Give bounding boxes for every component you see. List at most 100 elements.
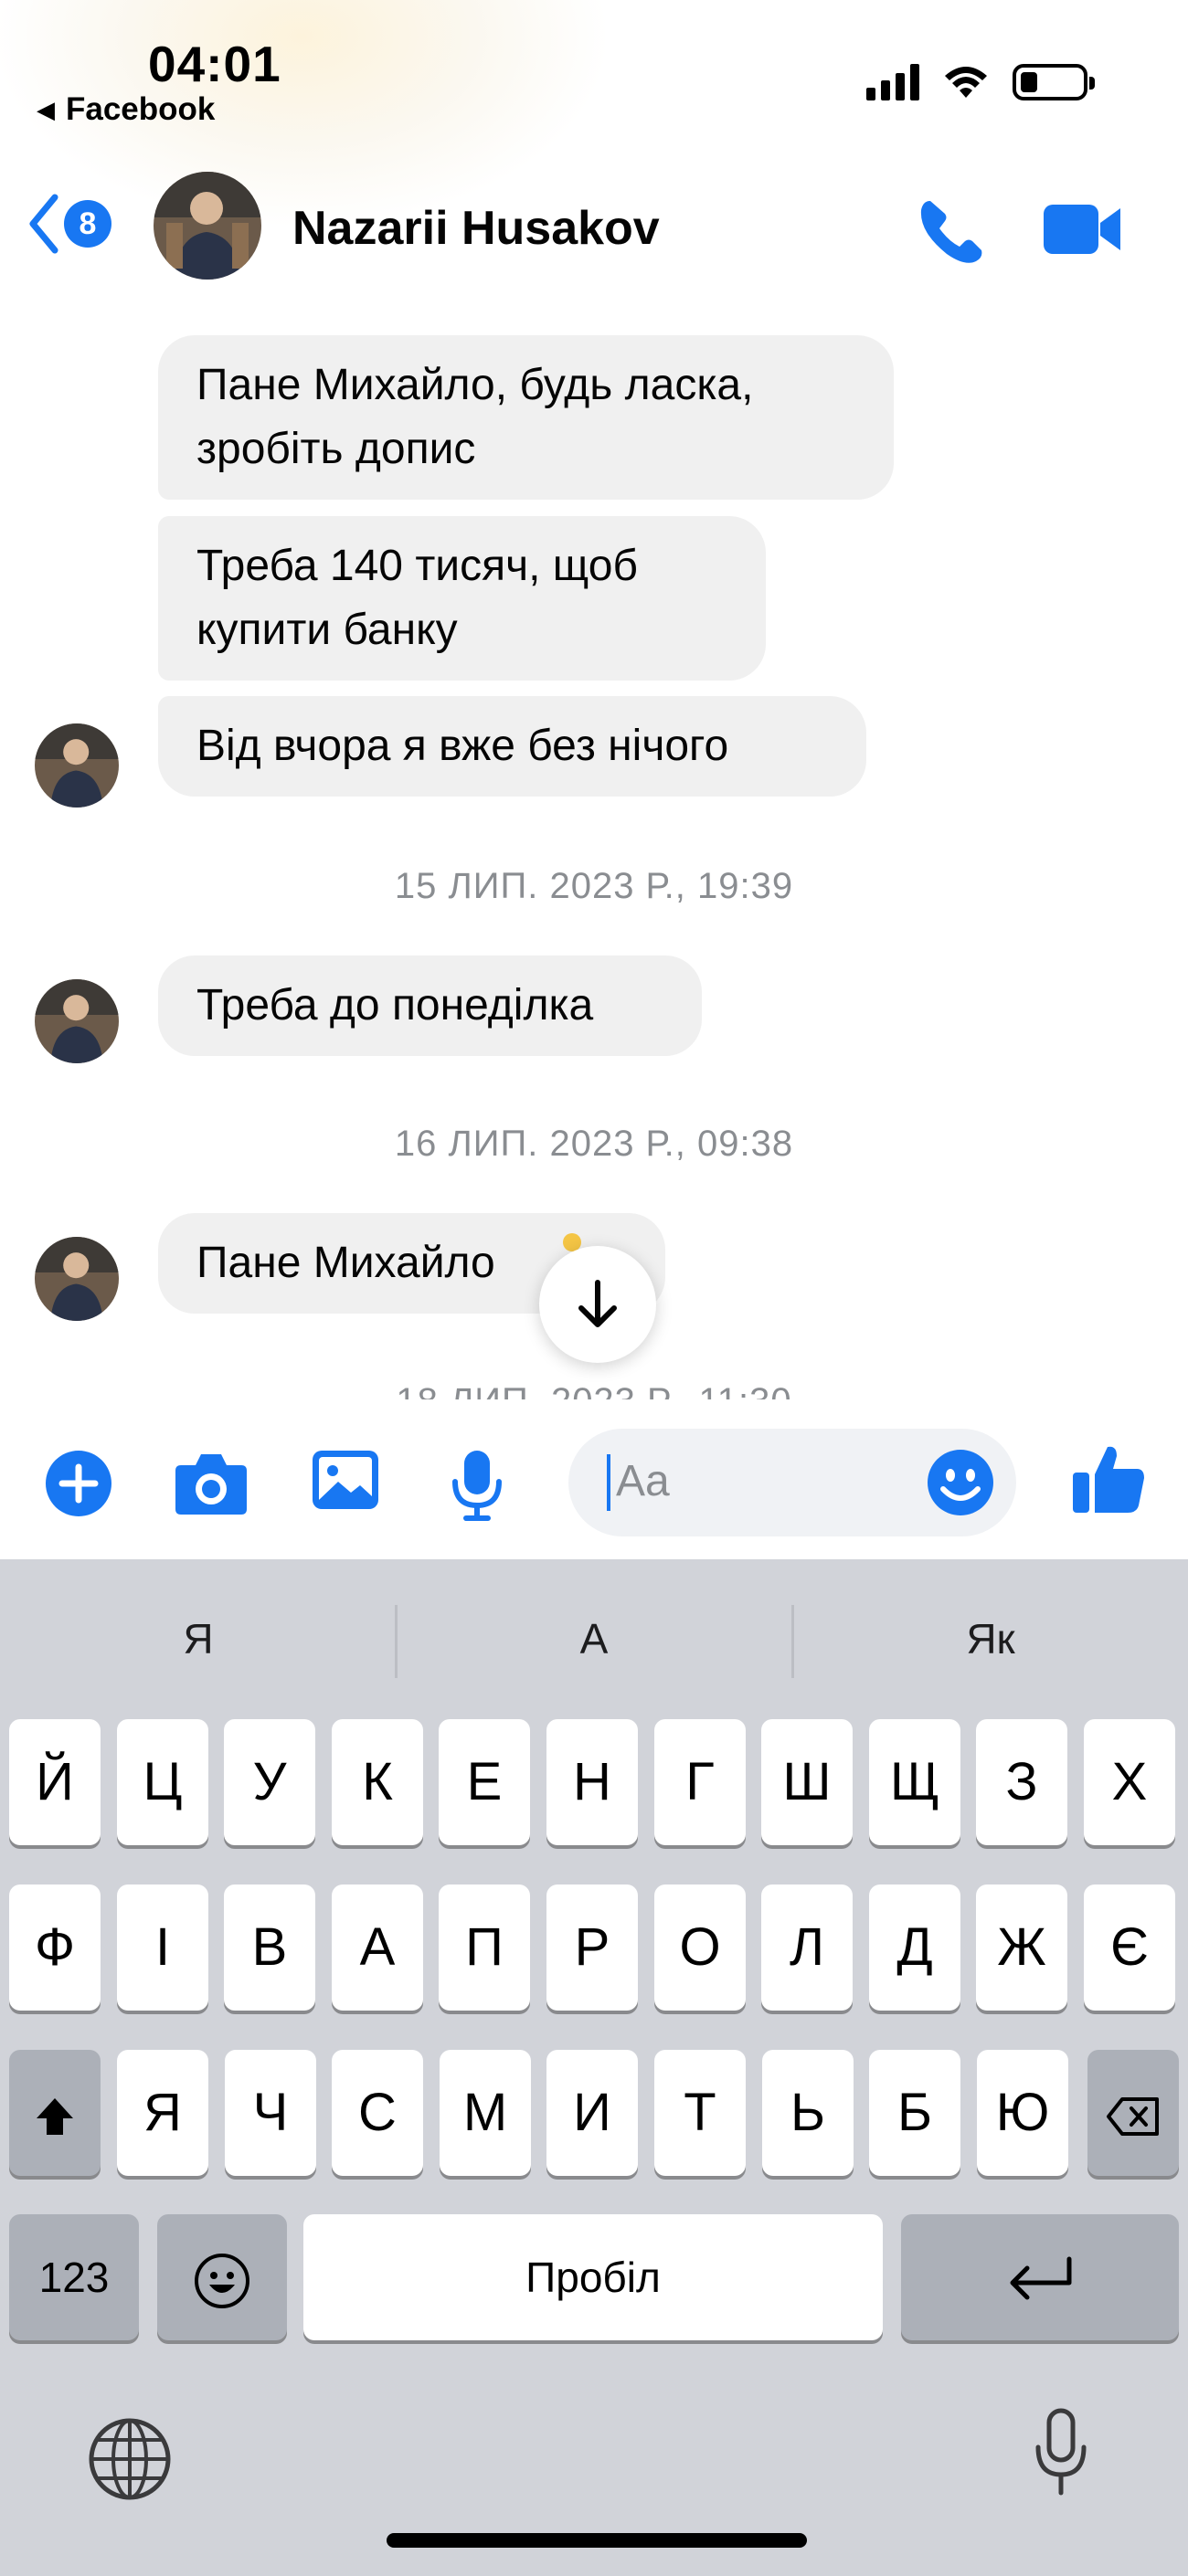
status-indicators: [866, 64, 1095, 100]
key-ь[interactable]: Ь: [762, 2050, 854, 2176]
message-input-placeholder: Aa: [616, 1457, 670, 1505]
message-timestamp: 15 ЛИП. 2023 Р., 19:39: [394, 866, 794, 906]
back-button[interactable]: 8: [26, 192, 111, 256]
key-к[interactable]: К: [332, 1719, 423, 1845]
key-т[interactable]: Т: [654, 2050, 746, 2176]
key-л[interactable]: Л: [761, 1884, 853, 2011]
key-о[interactable]: О: [654, 1884, 746, 2011]
plus-circle-icon: [46, 1451, 111, 1516]
key-с[interactable]: С: [332, 2050, 423, 2176]
microphone-icon: [452, 1451, 502, 1521]
keyboard: Я А Як ЙЦУКЕНГШЩЗХФІВАПРОЛДЖЄЯЧСМИТЬБЮ 1…: [0, 1559, 1188, 2576]
key-н[interactable]: Н: [546, 1719, 638, 1845]
text-caret: [607, 1454, 610, 1511]
voice-message-button[interactable]: [450, 1449, 504, 1526]
contact-name[interactable]: Nazarii Husakov: [292, 201, 660, 256]
key-й[interactable]: Й: [9, 1719, 101, 1845]
suggestion-1[interactable]: Я: [2, 1598, 395, 1680]
key-в[interactable]: В: [224, 1884, 315, 2011]
key-д[interactable]: Д: [869, 1884, 960, 2011]
dictation-button[interactable]: [1033, 2407, 1089, 2503]
contact-avatar[interactable]: [154, 172, 261, 280]
sender-avatar[interactable]: [35, 723, 119, 808]
message-timestamp: 16 ЛИП. 2023 Р., 09:38: [394, 1124, 794, 1164]
suggestion-bar: Я А Як: [0, 1559, 1188, 1715]
key-х[interactable]: Х: [1084, 1719, 1175, 1845]
message-bubble[interactable]: Треба 140 тисяч, щоб купити банку: [158, 516, 766, 681]
backspace-key[interactable]: [1087, 2050, 1179, 2176]
thumbs-up-icon: [1073, 1446, 1144, 1513]
scroll-to-bottom-button[interactable]: [539, 1246, 656, 1363]
key-е[interactable]: Е: [439, 1719, 530, 1845]
key-ш[interactable]: Ш: [761, 1719, 853, 1845]
key-щ[interactable]: Щ: [869, 1719, 960, 1845]
dictation-mic-icon: [1035, 2408, 1087, 2496]
emoji-button[interactable]: [927, 1449, 994, 1521]
message-bubble[interactable]: Від вчора я вже без нічого: [158, 696, 866, 797]
unread-count-badge: 8: [64, 200, 111, 248]
battery-icon: [1013, 64, 1095, 100]
message-composer: Aa: [0, 1399, 1188, 1559]
key-ц[interactable]: Ц: [117, 1719, 208, 1845]
chat-header: 8 Nazarii Husakov: [0, 164, 1188, 292]
camera-icon: [175, 1454, 247, 1515]
key-з[interactable]: З: [976, 1719, 1067, 1845]
phone-icon: [920, 201, 982, 263]
message-bubble[interactable]: Пане Михайло, будь ласка, зробіть допис: [158, 335, 894, 500]
backspace-icon: [1107, 2096, 1159, 2136]
key-ч[interactable]: Ч: [225, 2050, 316, 2176]
video-camera-icon: [1044, 205, 1120, 254]
return-arrow-icon: [1010, 2256, 1072, 2300]
audio-call-button[interactable]: [914, 195, 987, 273]
camera-button[interactable]: [174, 1449, 249, 1521]
key-б[interactable]: Б: [869, 2050, 960, 2176]
key-у[interactable]: У: [224, 1719, 315, 1845]
emoji-keyboard-key[interactable]: [157, 2214, 287, 2340]
return-key[interactable]: [901, 2214, 1179, 2340]
smiley-icon: [928, 1450, 993, 1515]
back-to-app-link[interactable]: ◀ Facebook: [37, 91, 215, 128]
more-actions-button[interactable]: [44, 1449, 113, 1523]
back-app-label: Facebook: [66, 91, 216, 127]
sender-avatar[interactable]: [35, 1237, 119, 1321]
space-key[interactable]: Пробіл: [303, 2214, 883, 2340]
key-а[interactable]: А: [332, 1884, 423, 2011]
back-triangle-icon: ◀: [37, 95, 55, 123]
language-switch-button[interactable]: [87, 2416, 173, 2507]
key-є[interactable]: Є: [1084, 1884, 1175, 2011]
chevron-left-icon: [29, 194, 58, 254]
shift-arrow-icon: [37, 2097, 73, 2135]
key-п[interactable]: П: [439, 1884, 530, 2011]
key-і[interactable]: І: [117, 1884, 208, 2011]
arrow-down-icon: [578, 1280, 617, 1327]
cellular-signal-icon: [866, 64, 919, 100]
gallery-button[interactable]: [311, 1449, 380, 1517]
message-timestamp: 18 ЛИП. 2023 Р., 11:30: [0, 1381, 1188, 1399]
emoji-key-icon: [195, 2253, 249, 2308]
home-indicator[interactable]: [387, 2533, 807, 2548]
key-г[interactable]: Г: [654, 1719, 746, 1845]
numbers-key[interactable]: 123: [9, 2214, 139, 2340]
image-icon: [313, 1451, 378, 1509]
sender-avatar[interactable]: [35, 979, 119, 1063]
status-bar: 04:01 ◀ Facebook: [0, 0, 1188, 137]
status-time: 04:01: [148, 36, 281, 92]
key-я[interactable]: Я: [117, 2050, 208, 2176]
video-call-button[interactable]: [1042, 201, 1124, 262]
top-area: 04:01 ◀ Facebook 8 Nazarii Husakov: [0, 0, 1188, 294]
message-bubble[interactable]: Треба до понеділка: [158, 955, 702, 1056]
key-ю[interactable]: Ю: [977, 2050, 1068, 2176]
key-р[interactable]: Р: [546, 1884, 638, 2011]
like-button[interactable]: [1071, 1441, 1146, 1519]
suggestion-3[interactable]: Як: [794, 1598, 1187, 1680]
message-input[interactable]: Aa: [568, 1429, 1016, 1536]
key-ф[interactable]: Ф: [9, 1884, 101, 2011]
shift-key[interactable]: [9, 2050, 101, 2176]
message-list[interactable]: Пане Михайло, будь ласка, зробіть допис …: [0, 294, 1188, 1399]
suggestion-2[interactable]: А: [398, 1598, 790, 1680]
key-и[interactable]: И: [546, 2050, 638, 2176]
key-м[interactable]: М: [440, 2050, 531, 2176]
globe-icon: [89, 2418, 171, 2500]
key-ж[interactable]: Ж: [976, 1884, 1067, 2011]
battery-level: [1021, 72, 1037, 92]
